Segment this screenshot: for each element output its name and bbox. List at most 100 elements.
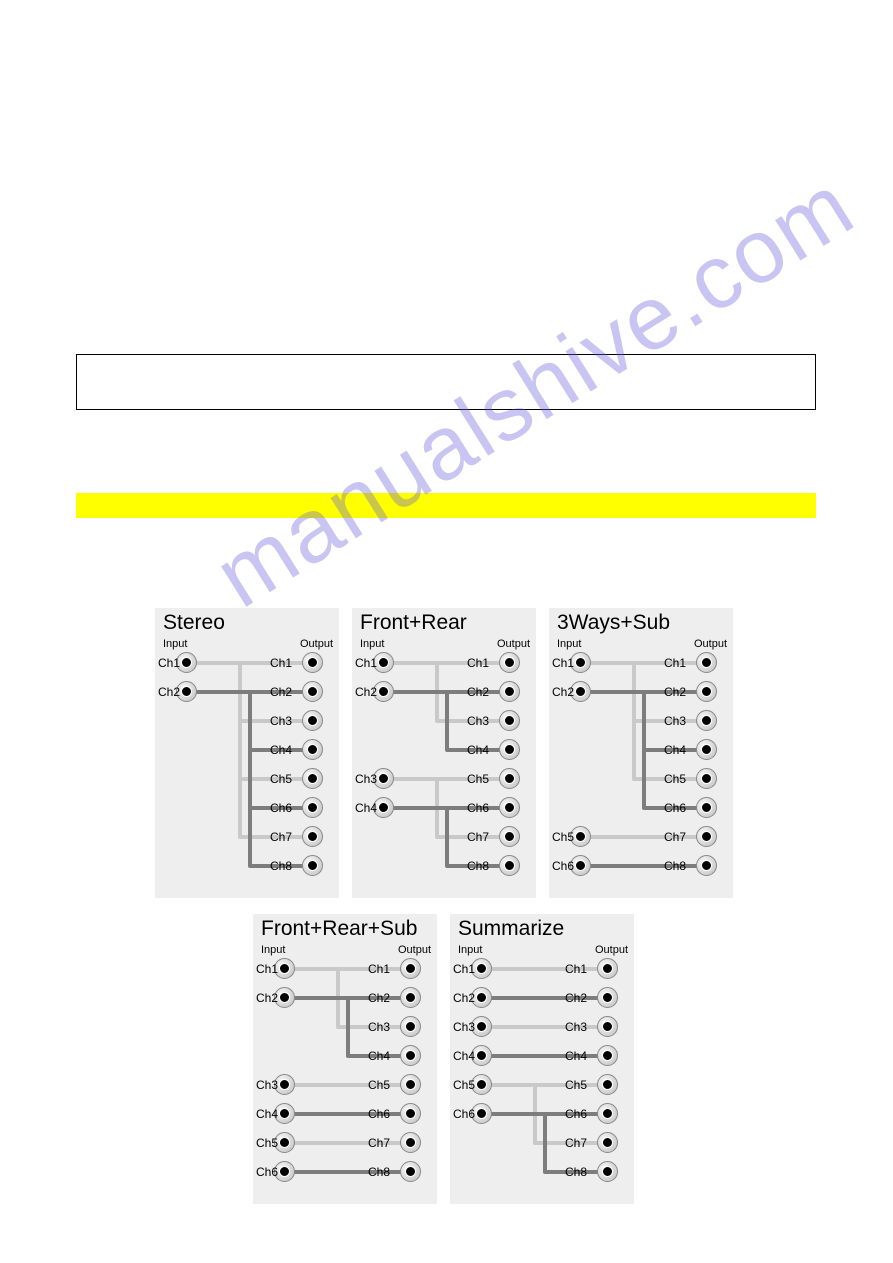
output-label: Ch5 xyxy=(467,772,489,786)
input-label: Ch2 xyxy=(453,991,475,1005)
output-label: Ch8 xyxy=(565,1165,587,1179)
output-jack xyxy=(302,681,323,702)
output-jack xyxy=(597,1045,618,1066)
output-label: Ch8 xyxy=(467,859,489,873)
output-jack xyxy=(400,1103,421,1124)
input-label: Ch1 xyxy=(552,656,574,670)
outlined-box xyxy=(76,354,816,410)
input-label: Ch2 xyxy=(256,991,278,1005)
output-jack xyxy=(597,1132,618,1153)
output-label: Ch4 xyxy=(368,1049,390,1063)
output-jack xyxy=(302,768,323,789)
input-label: Ch6 xyxy=(453,1107,475,1121)
output-jack xyxy=(696,855,717,876)
input-label: Ch4 xyxy=(355,801,377,815)
output-label: Ch2 xyxy=(270,685,292,699)
output-jack xyxy=(696,710,717,731)
output-jack xyxy=(696,681,717,702)
output-jack xyxy=(302,652,323,673)
output-label: Ch1 xyxy=(368,962,390,976)
output-jack xyxy=(302,710,323,731)
output-jack xyxy=(597,1103,618,1124)
output-label: Ch5 xyxy=(368,1078,390,1092)
output-jack xyxy=(400,987,421,1008)
output-jack xyxy=(302,739,323,760)
input-label: Ch1 xyxy=(256,962,278,976)
diagram-summarize: SummarizeInputOutputCh1Ch2Ch3Ch4Ch5Ch6Ch… xyxy=(450,914,634,1204)
output-label: Ch2 xyxy=(368,991,390,1005)
output-jack xyxy=(400,1016,421,1037)
output-jack xyxy=(696,797,717,818)
output-label: Ch4 xyxy=(664,743,686,757)
output-jack xyxy=(499,652,520,673)
input-label: Ch1 xyxy=(158,656,180,670)
output-label: Ch6 xyxy=(664,801,686,815)
output-jack xyxy=(400,1045,421,1066)
output-jack xyxy=(499,855,520,876)
output-label: Ch7 xyxy=(565,1136,587,1150)
input-label: Ch4 xyxy=(453,1049,475,1063)
output-label: Ch4 xyxy=(565,1049,587,1063)
output-label: Ch4 xyxy=(270,743,292,757)
output-jack xyxy=(499,797,520,818)
output-label: Ch8 xyxy=(270,859,292,873)
yellow-highlight-bar xyxy=(76,493,816,518)
output-label: Ch3 xyxy=(270,714,292,728)
input-label: Ch5 xyxy=(552,830,574,844)
input-label: Ch6 xyxy=(256,1165,278,1179)
output-jack xyxy=(597,987,618,1008)
diagram-front-rear-sub: Front+Rear+SubInputOutputCh1Ch2Ch3Ch4Ch5… xyxy=(253,914,437,1204)
output-label: Ch3 xyxy=(467,714,489,728)
output-jack xyxy=(597,1161,618,1182)
output-label: Ch3 xyxy=(368,1020,390,1034)
output-label: Ch7 xyxy=(664,830,686,844)
output-label: Ch6 xyxy=(467,801,489,815)
input-label: Ch1 xyxy=(355,656,377,670)
output-label: Ch1 xyxy=(467,656,489,670)
output-jack xyxy=(499,710,520,731)
output-label: Ch5 xyxy=(565,1078,587,1092)
diagram-3ways-sub: 3Ways+SubInputOutputCh1Ch2Ch3Ch4Ch5Ch6Ch… xyxy=(549,608,733,898)
output-jack xyxy=(499,739,520,760)
output-label: Ch4 xyxy=(467,743,489,757)
input-label: Ch2 xyxy=(158,685,180,699)
output-jack xyxy=(499,768,520,789)
output-jack xyxy=(597,958,618,979)
input-label: Ch5 xyxy=(453,1078,475,1092)
output-jack xyxy=(696,826,717,847)
input-label: Ch6 xyxy=(552,859,574,873)
output-jack xyxy=(302,855,323,876)
output-jack xyxy=(400,1074,421,1095)
output-jack xyxy=(400,1161,421,1182)
output-label: Ch2 xyxy=(467,685,489,699)
output-label: Ch1 xyxy=(270,656,292,670)
input-label: Ch1 xyxy=(453,962,475,976)
output-label: Ch3 xyxy=(664,714,686,728)
output-label: Ch6 xyxy=(565,1107,587,1121)
output-jack xyxy=(696,739,717,760)
output-label: Ch1 xyxy=(565,962,587,976)
output-jack xyxy=(597,1074,618,1095)
output-label: Ch6 xyxy=(368,1107,390,1121)
output-label: Ch7 xyxy=(368,1136,390,1150)
output-jack xyxy=(499,826,520,847)
diagram-stereo: StereoInputOutputCh1Ch2Ch3Ch4Ch5Ch6Ch7Ch… xyxy=(155,608,339,898)
output-jack xyxy=(696,652,717,673)
output-jack xyxy=(597,1016,618,1037)
output-jack xyxy=(499,681,520,702)
output-label: Ch5 xyxy=(270,772,292,786)
output-label: Ch8 xyxy=(664,859,686,873)
input-label: Ch3 xyxy=(453,1020,475,1034)
input-label: Ch2 xyxy=(552,685,574,699)
output-label: Ch2 xyxy=(565,991,587,1005)
output-label: Ch3 xyxy=(565,1020,587,1034)
input-label: Ch5 xyxy=(256,1136,278,1150)
output-label: Ch2 xyxy=(664,685,686,699)
output-label: Ch1 xyxy=(664,656,686,670)
output-jack xyxy=(400,958,421,979)
output-jack xyxy=(302,826,323,847)
output-jack xyxy=(302,797,323,818)
input-label: Ch2 xyxy=(355,685,377,699)
output-label: Ch8 xyxy=(368,1165,390,1179)
output-jack xyxy=(400,1132,421,1153)
